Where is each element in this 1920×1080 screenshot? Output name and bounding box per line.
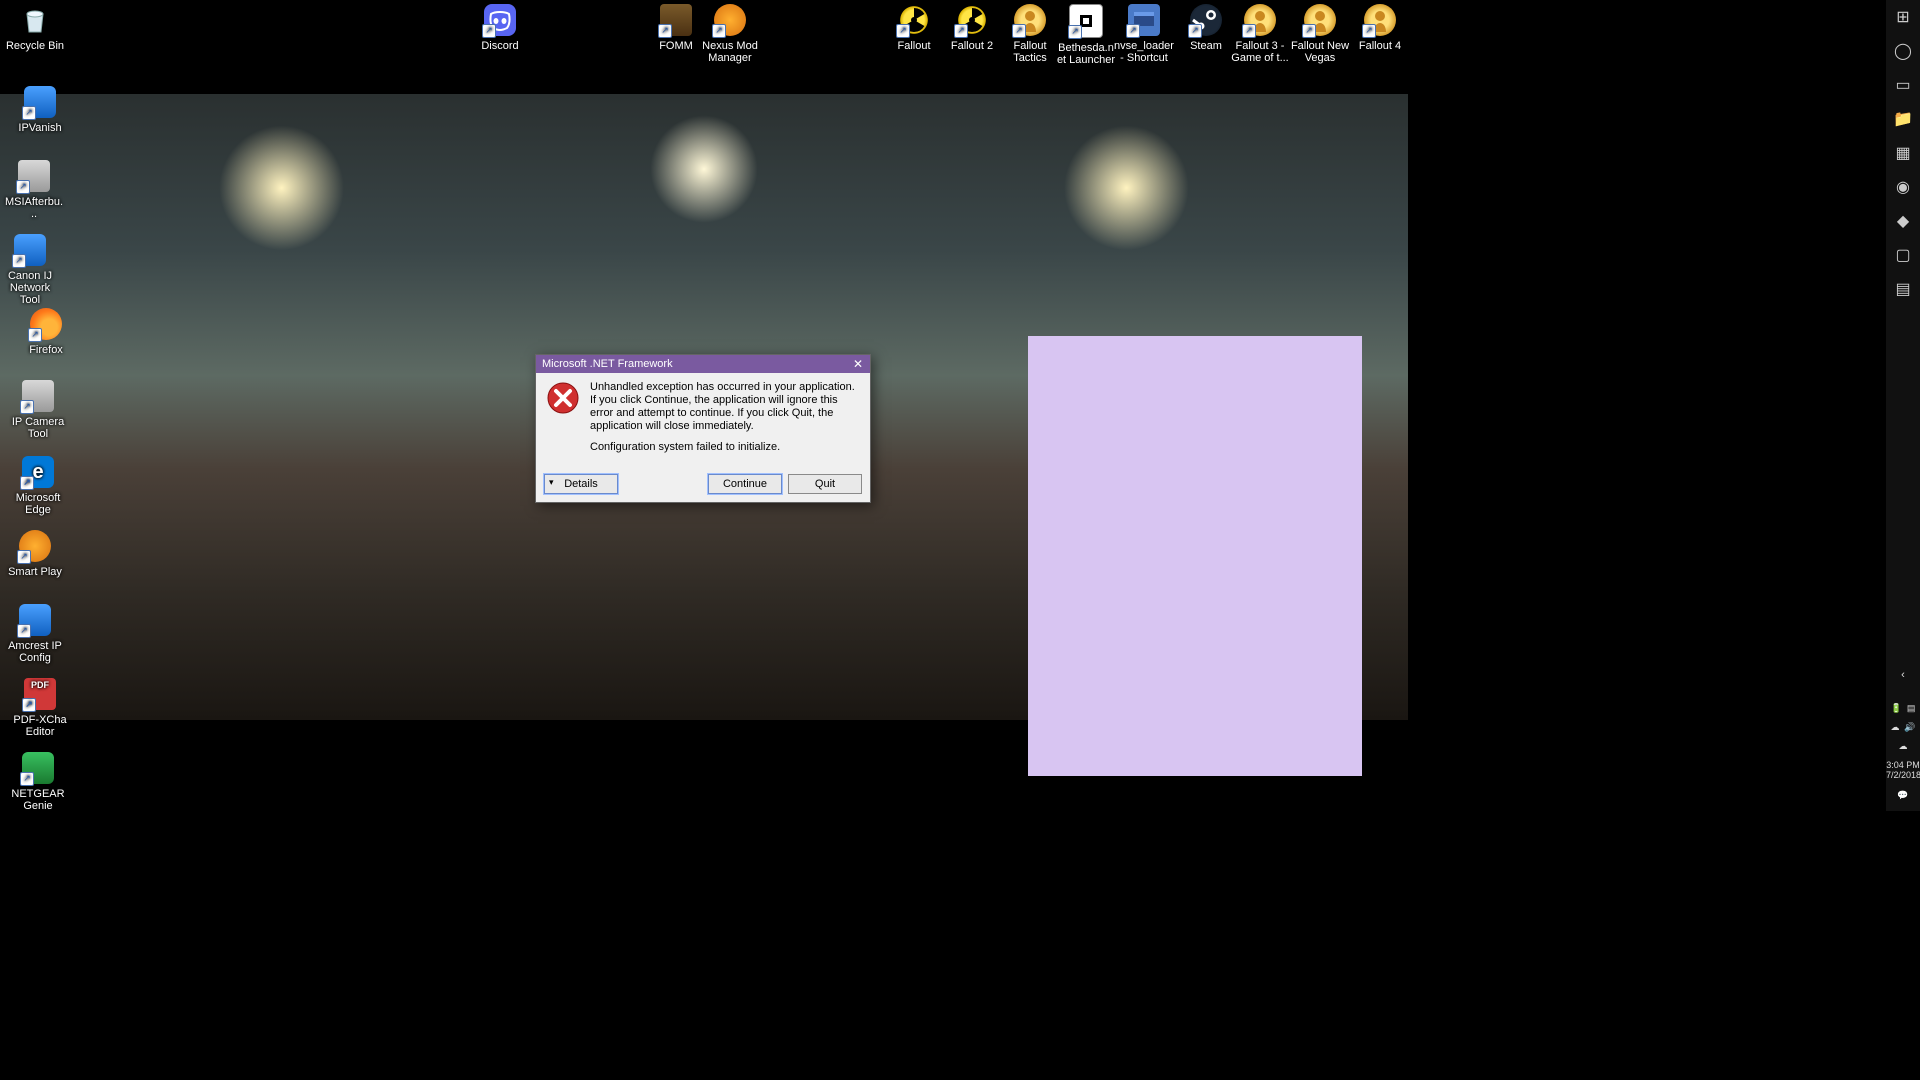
desktop-icon-canon-ij[interactable]: ↗Canon IJ Network Tool [0, 234, 60, 306]
close-button[interactable]: ✕ [846, 355, 870, 373]
icon-label: IP Camera Tool [8, 416, 68, 440]
system-tray[interactable]: 🔋 ▤ ☁ 🔊 ☁ 3:04 PM 7/2/2018 💬 [1886, 699, 1920, 805]
cloud-icon[interactable]: ☁ [1899, 741, 1908, 752]
continue-button[interactable]: Continue [708, 474, 782, 494]
desktop-icon-netgear-genie[interactable]: ↗NETGEAR Genie [8, 752, 68, 812]
icon-label: NETGEAR Genie [8, 788, 68, 812]
desktop-icon-fallout-nv[interactable]: ↗Fallout New Vegas [1290, 4, 1350, 64]
taskbar-start[interactable]: ⊞ [1886, 0, 1920, 34]
desktop-icon-discord[interactable]: ↗Discord [470, 4, 530, 52]
icon-label: Discord [470, 40, 530, 52]
clock-time[interactable]: 3:04 PM [1886, 760, 1920, 770]
icon-label: Fallout 3 - Game of t... [1230, 40, 1290, 64]
onedrive-icon[interactable]: ☁ [1890, 722, 1899, 733]
desktop-icon-nexus-mod-manager[interactable]: ↗Nexus Mod Manager [700, 4, 760, 64]
clock-date[interactable]: 7/2/2018 [1886, 770, 1920, 780]
desktop-icon-fallout-4[interactable]: ↗Fallout 4 [1350, 4, 1410, 52]
icon-label: Fallout Tactics [1000, 40, 1060, 64]
desktop-icon-fallout-2[interactable]: ↗Fallout 2 [942, 4, 1002, 52]
dialog-message: Unhandled exception has occurred in your… [590, 381, 860, 433]
icon-label: PDF-XCha Editor [10, 714, 70, 738]
desktop-icon-smart-play[interactable]: ↗Smart Play [5, 530, 65, 578]
taskbar-calculator[interactable]: ▦ [1886, 136, 1920, 170]
desktop-icon-msi-afterburner[interactable]: ↗MSIAfterbu... [4, 160, 64, 220]
icon-label: Nexus Mod Manager [700, 40, 760, 64]
desktop-icon-fallout[interactable]: ↗Fallout [884, 4, 944, 52]
icon-label: Fallout 2 [942, 40, 1002, 52]
icon-label: Smart Play [5, 566, 65, 578]
desktop-icon-recycle-bin[interactable]: Recycle Bin [5, 4, 65, 52]
icon-label: Canon IJ Network Tool [0, 270, 60, 306]
quit-button[interactable]: Quit [788, 474, 862, 494]
taskbar-app[interactable]: ▤ [1886, 272, 1920, 306]
taskbar[interactable]: ⊞◯▭📁▦◉◆▢▤ ‹ 🔋▤ ☁🔊 ☁ 3:04 PM 7/2/2018 💬 [1886, 0, 1920, 811]
icon-label: Microsoft Edge [8, 492, 68, 516]
icon-label: nvse_loader - Shortcut [1114, 40, 1174, 64]
desktop-icon-microsoft-edge[interactable]: e↗Microsoft Edge [8, 456, 68, 516]
desktop-icon-fallout-3[interactable]: ↗Fallout 3 - Game of t... [1230, 4, 1290, 64]
icon-label: Fallout New Vegas [1290, 40, 1350, 64]
icon-label: FOMM [646, 40, 706, 52]
desktop-icon-steam[interactable]: ↗Steam [1176, 4, 1236, 52]
action-center-icon[interactable]: 💬 [1897, 790, 1908, 801]
net-framework-error-dialog[interactable]: Microsoft .NET Framework ✕ Unhandled exc… [535, 354, 871, 503]
error-icon [546, 381, 580, 415]
icon-label: Amcrest IP Config [5, 640, 65, 664]
icon-label: Recycle Bin [5, 40, 65, 52]
taskbar-kodi[interactable]: ◆ [1886, 204, 1920, 238]
network-icon[interactable]: ▤ [1907, 703, 1916, 714]
taskbar-chrome[interactable]: ◉ [1886, 170, 1920, 204]
icon-label: Bethesda.net Launcher [1056, 42, 1116, 66]
icon-label: Firefox [16, 344, 76, 356]
details-button[interactable]: Details [544, 474, 618, 494]
icon-label: MSIAfterbu... [4, 196, 64, 220]
desktop-icon-fallout-tactics[interactable]: ↗Fallout Tactics [1000, 4, 1060, 64]
desktop-icon-bethesda-launcher[interactable]: ↗Bethesda.net Launcher [1056, 4, 1116, 66]
icon-label: IPVanish [10, 122, 70, 134]
desktop-icon-ip-camera-tool[interactable]: ↗IP Camera Tool [8, 380, 68, 440]
taskbar-file-explorer[interactable]: 📁 [1886, 102, 1920, 136]
desktop[interactable]: Recycle Bin ↗IPVanish ↗MSIAfterbu... ↗Canon… [0, 0, 1408, 811]
desktop-icon-fomm[interactable]: ↗FOMM [646, 4, 706, 52]
taskbar-cortana[interactable]: ◯ [1886, 34, 1920, 68]
icon-label: Steam [1176, 40, 1236, 52]
taskbar-sticky-notes[interactable]: ▢ [1886, 238, 1920, 272]
taskbar-task-view[interactable]: ▭ [1886, 68, 1920, 102]
icon-label: Fallout [884, 40, 944, 52]
desktop-icon-nvse-loader[interactable]: ↗nvse_loader - Shortcut [1114, 4, 1174, 64]
sticky-note[interactable] [1028, 336, 1362, 776]
desktop-icon-pdf-xchange[interactable]: PDF↗PDF-XCha Editor [10, 678, 70, 738]
dialog-title: Microsoft .NET Framework [542, 358, 673, 370]
volume-icon[interactable]: 🔊 [1904, 722, 1915, 733]
desktop-icon-firefox[interactable]: ↗Firefox [16, 308, 76, 356]
dialog-detail: Configuration system failed to initializ… [590, 441, 860, 454]
tray-expand[interactable]: ‹ [1886, 669, 1920, 681]
battery-icon[interactable]: 🔋 [1891, 703, 1902, 714]
icon-label: Fallout 4 [1350, 40, 1410, 52]
desktop-icon-ipvanish[interactable]: ↗IPVanish [10, 86, 70, 134]
desktop-icon-amcrest-ip-config[interactable]: ↗Amcrest IP Config [5, 604, 65, 664]
dialog-titlebar[interactable]: Microsoft .NET Framework ✕ [536, 355, 870, 373]
